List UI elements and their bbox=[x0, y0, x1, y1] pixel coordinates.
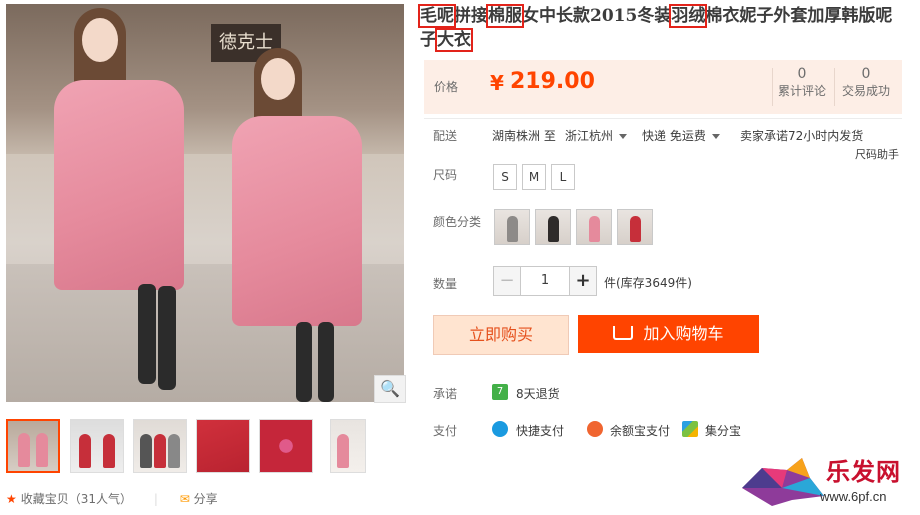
share-icon: ✉ bbox=[179, 492, 190, 506]
sales-label: 交易成功 bbox=[841, 84, 890, 98]
divider bbox=[424, 118, 902, 119]
color-swatch-red[interactable] bbox=[617, 209, 653, 245]
quantity-label: 数量 bbox=[433, 277, 458, 291]
quantity-decrease-button[interactable]: − bbox=[493, 266, 521, 296]
thumbnail-2[interactable] bbox=[70, 419, 124, 473]
add-to-cart-button[interactable]: 加入购物车 bbox=[578, 315, 759, 353]
bottom-actions: ★ 收藏宝贝（31人气） | ✉ 分享 bbox=[6, 492, 218, 506]
price-box: 价格 ¥ 219.00 0 累计评论 0 交易成功 bbox=[424, 60, 902, 114]
cart-icon bbox=[613, 325, 634, 340]
payment-points[interactable]: 集分宝 bbox=[705, 422, 741, 439]
price-label: 价格 bbox=[434, 80, 459, 94]
title-keyword: 毛呢 bbox=[418, 4, 456, 28]
thumbnail-4[interactable] bbox=[196, 419, 250, 473]
star-icon: ★ bbox=[6, 492, 17, 506]
balance-pay-icon bbox=[587, 421, 603, 437]
share-link[interactable]: 分享 bbox=[194, 492, 218, 506]
zoom-icon[interactable]: 🔍 bbox=[374, 375, 406, 403]
shipping-method-select[interactable]: 快递 免运费 bbox=[642, 127, 720, 144]
stock-text: 件(库存3649件) bbox=[604, 276, 692, 290]
size-help-link[interactable]: 尺码助手 bbox=[855, 146, 899, 162]
size-option-m[interactable]: M bbox=[522, 164, 546, 190]
title-keyword: 大衣 bbox=[435, 28, 473, 52]
thumbnail-6[interactable] bbox=[330, 419, 366, 473]
thumbnail-5[interactable] bbox=[259, 419, 313, 473]
main-product-image[interactable]: 徳克士 bbox=[6, 4, 404, 402]
thumbnail-3[interactable] bbox=[133, 419, 187, 473]
title-text: 女中长款2015冬装 bbox=[522, 6, 672, 26]
review-count: 0 bbox=[797, 66, 807, 82]
shipping-label: 配送 bbox=[433, 129, 458, 143]
title-keyword: 羽绒 bbox=[669, 4, 708, 28]
color-swatch-grey[interactable] bbox=[494, 209, 530, 245]
title-keyword: 棉服 bbox=[486, 4, 524, 28]
color-label: 颜色分类 bbox=[433, 215, 482, 229]
chevron-down-icon bbox=[619, 134, 628, 139]
title-text: 拼接 bbox=[454, 6, 488, 26]
payment-balance[interactable]: 余额宝支付 bbox=[610, 422, 670, 439]
logo-text: 乐发网 bbox=[826, 457, 901, 486]
price-currency: ¥ bbox=[490, 71, 504, 95]
product-title: 毛呢拼接棉服女中长款2015冬装羽绒棉衣妮子外套加厚韩版呢子大衣 bbox=[418, 4, 900, 52]
promise-label: 承诺 bbox=[433, 387, 458, 401]
size-label: 尺码 bbox=[433, 168, 458, 182]
shipping-promise: 卖家承诺72小时内发货 bbox=[740, 129, 864, 143]
payment-label: 支付 bbox=[433, 424, 458, 438]
quick-pay-icon bbox=[492, 421, 508, 437]
thumbnail-1[interactable] bbox=[6, 419, 60, 473]
buy-now-button[interactable]: 立即购买 bbox=[433, 315, 569, 355]
payment-quick[interactable]: 快捷支付 bbox=[516, 422, 564, 439]
review-label[interactable]: 累计评论 bbox=[772, 82, 832, 99]
shipping-from: 湖南株洲 至 bbox=[492, 129, 556, 143]
shipping-to-select[interactable]: 浙江杭州 bbox=[565, 127, 628, 144]
color-swatch-pink[interactable] bbox=[576, 209, 612, 245]
quantity-increase-button[interactable]: + bbox=[569, 266, 597, 296]
logo-url: www.6pf.cn bbox=[820, 489, 887, 504]
size-option-s[interactable]: S bbox=[493, 164, 517, 190]
chevron-down-icon bbox=[711, 134, 720, 139]
points-pay-icon bbox=[682, 421, 698, 437]
color-swatch-black[interactable] bbox=[535, 209, 571, 245]
size-option-l[interactable]: L bbox=[551, 164, 575, 190]
price-value: 219.00 bbox=[510, 69, 595, 94]
quantity-input[interactable]: 1 bbox=[520, 266, 570, 296]
promise-item[interactable]: 8天退货 bbox=[516, 385, 560, 402]
return-policy-icon: 7 bbox=[492, 384, 508, 400]
sales-count: 0 bbox=[861, 66, 871, 82]
favorite-link[interactable]: 收藏宝贝（31人气） bbox=[21, 492, 132, 506]
